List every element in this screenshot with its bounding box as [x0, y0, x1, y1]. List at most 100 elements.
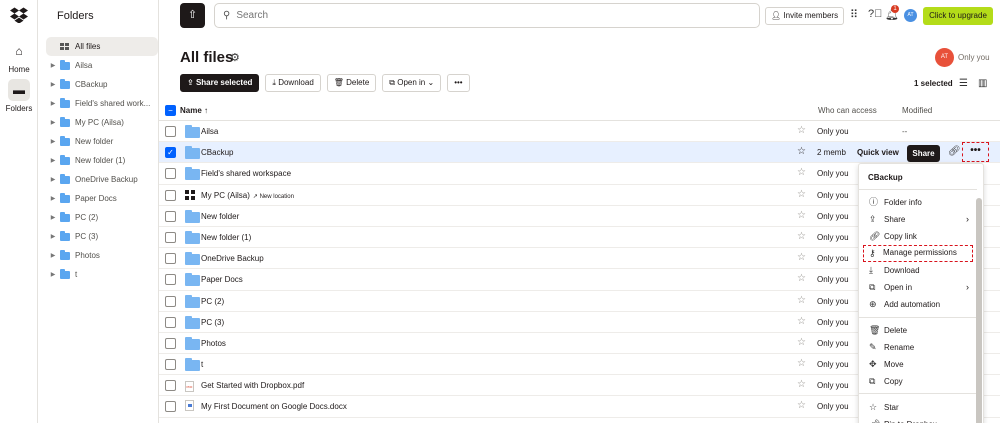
menu-item-download[interactable]: ⤓ Download: [859, 262, 977, 279]
more-actions-button[interactable]: •••: [447, 74, 470, 92]
row-name[interactable]: Get Started with Dropbox.pdf: [201, 381, 304, 390]
tree-item-pc-2[interactable]: ▶ PC (2): [46, 208, 158, 227]
star-icon[interactable]: ☆: [797, 146, 806, 157]
menu-item-folder-info[interactable]: ⓘ Folder info: [859, 194, 977, 211]
row-name[interactable]: t: [201, 360, 203, 369]
tree-item-fields-shared-workspace[interactable]: ▶ Field's shared work...: [46, 94, 158, 113]
chevron-right-icon[interactable]: ▶: [48, 81, 58, 88]
row-checkbox[interactable]: [165, 231, 176, 243]
row-checkbox[interactable]: [165, 380, 176, 392]
share-selected-button[interactable]: ⇪ Share selected: [180, 74, 260, 92]
star-icon[interactable]: ☆: [797, 400, 806, 411]
account-avatar[interactable]: AT: [904, 9, 917, 22]
tree-item-ailsa[interactable]: ▶ Ailsa: [46, 56, 158, 75]
upload-button[interactable]: ⇧: [180, 3, 205, 28]
chevron-right-icon[interactable]: ▶: [48, 252, 58, 259]
menu-item-pin-to-dropbox[interactable]: 📌︎Pin to Dropbox: [859, 416, 977, 423]
menu-item-manage-permissions[interactable]: ⚷ Manage permissions: [863, 245, 973, 262]
tree-item-photos[interactable]: ▶ Photos: [46, 246, 158, 265]
menu-item-move[interactable]: ✥ Move: [859, 356, 977, 373]
chevron-right-icon[interactable]: ▶: [48, 233, 58, 240]
tree-item-cbackup[interactable]: ▶ CBackup: [46, 75, 158, 94]
table-row[interactable]: Ailsa ☆ Only you --: [159, 121, 1000, 143]
row-checkbox[interactable]: [165, 274, 176, 286]
chevron-right-icon[interactable]: ▶: [48, 157, 58, 164]
upgrade-button[interactable]: Click to upgrade: [923, 7, 993, 25]
rail-item-folders[interactable]: ▬ Folders: [0, 79, 38, 113]
chevron-right-icon[interactable]: ▶: [48, 100, 58, 107]
row-checkbox[interactable]: [165, 210, 176, 222]
search-box[interactable]: ⚲: [214, 3, 760, 28]
row-checkbox[interactable]: [165, 126, 176, 137]
quick-view-button[interactable]: Quick view: [853, 145, 903, 161]
menu-item-copy[interactable]: ⧉ Copy: [859, 373, 977, 390]
row-checkbox[interactable]: [165, 359, 176, 371]
row-name[interactable]: Field's shared workspace: [201, 169, 291, 178]
menu-item-copy-link[interactable]: 🔗︎ Copy link: [859, 228, 977, 245]
tree-item-all-files[interactable]: All files: [46, 37, 158, 56]
star-icon[interactable]: ☆: [797, 316, 806, 327]
help-icon[interactable]: ?⃝: [868, 8, 882, 20]
menu-item-add-automation[interactable]: ⊕ Add automation: [859, 296, 977, 313]
chevron-right-icon[interactable]: ▶: [48, 271, 58, 278]
chevron-right-icon[interactable]: ▶: [48, 176, 58, 183]
row-checkbox[interactable]: [165, 316, 176, 328]
apps-grid-icon[interactable]: ⠿: [850, 8, 858, 21]
chevron-right-icon[interactable]: ▶: [48, 214, 58, 221]
row-name[interactable]: New folder: [201, 212, 239, 221]
row-name[interactable]: Photos: [201, 339, 226, 348]
row-name[interactable]: New folder (1): [201, 233, 251, 242]
gear-icon[interactable]: ⚙: [230, 51, 240, 64]
invite-members-button[interactable]: 👤︎ Invite members: [765, 7, 845, 25]
tree-item-pc-3[interactable]: ▶ PC (3): [46, 227, 158, 246]
star-icon[interactable]: ☆: [797, 167, 806, 178]
column-modified[interactable]: Modified: [902, 106, 932, 115]
row-name[interactable]: My PC (Ailsa) ↗ New location: [201, 191, 294, 200]
row-checkbox[interactable]: [165, 168, 176, 180]
delete-button[interactable]: 🗑︎ Delete: [326, 74, 377, 92]
row-name[interactable]: My First Document on Google Docs.docx: [201, 402, 347, 411]
star-icon[interactable]: ☆: [797, 189, 806, 200]
menu-item-rename[interactable]: ✎ Rename: [859, 339, 977, 356]
star-icon[interactable]: ☆: [797, 125, 806, 136]
row-share-button[interactable]: Share: [907, 145, 940, 162]
star-icon[interactable]: ☆: [797, 337, 806, 348]
star-icon[interactable]: ☆: [797, 358, 806, 369]
tree-item-onedrive-backup[interactable]: ▶ OneDrive Backup: [46, 170, 158, 189]
row-name[interactable]: PC (3): [201, 318, 224, 327]
chevron-right-icon[interactable]: ▶: [48, 119, 58, 126]
chevron-right-icon[interactable]: ▶: [48, 195, 58, 202]
row-name[interactable]: PC (2): [201, 297, 224, 306]
menu-item-delete[interactable]: 🗑︎ Delete: [859, 322, 977, 339]
tree-item-new-folder[interactable]: ▶ New folder: [46, 132, 158, 151]
open-in-button[interactable]: ⧉ Open in ⌄: [382, 74, 442, 92]
star-icon[interactable]: ☆: [797, 231, 806, 242]
star-icon[interactable]: ☆: [797, 295, 806, 306]
tree-item-paper-docs[interactable]: ▶ Paper Docs: [46, 189, 158, 208]
row-name[interactable]: OneDrive Backup: [201, 254, 264, 263]
tree-item-t[interactable]: ▶ t: [46, 265, 158, 284]
star-icon[interactable]: ☆: [797, 273, 806, 284]
star-icon[interactable]: ☆: [797, 252, 806, 263]
download-button[interactable]: ⤓ Download: [265, 74, 321, 92]
menu-item-star[interactable]: ☆ Star: [859, 399, 977, 416]
copy-link-icon[interactable]: 🔗︎: [948, 146, 961, 157]
select-all-checkbox[interactable]: −: [165, 105, 176, 116]
row-checkbox[interactable]: [165, 189, 176, 201]
row-more-button[interactable]: •••: [962, 142, 989, 162]
star-icon[interactable]: ☆: [797, 379, 806, 390]
row-name[interactable]: Paper Docs: [201, 275, 243, 284]
rail-item-home[interactable]: ⌂ Home: [0, 40, 38, 74]
grid-view-icon[interactable]: ▥: [978, 78, 987, 89]
dropbox-logo-icon[interactable]: [10, 7, 28, 23]
row-checkbox[interactable]: ✓: [165, 147, 176, 159]
menu-item-open-in[interactable]: ⧉ Open in ›: [859, 279, 977, 296]
row-checkbox[interactable]: [165, 253, 176, 265]
star-icon[interactable]: ☆: [797, 210, 806, 221]
search-input[interactable]: [236, 10, 737, 21]
row-name[interactable]: Ailsa: [201, 127, 218, 136]
list-view-icon[interactable]: ☰: [959, 78, 968, 89]
tree-item-new-folder-1[interactable]: ▶ New folder (1): [46, 151, 158, 170]
menu-item-share[interactable]: ⇪ Share ›: [859, 211, 977, 228]
row-name[interactable]: CBackup: [201, 148, 233, 157]
